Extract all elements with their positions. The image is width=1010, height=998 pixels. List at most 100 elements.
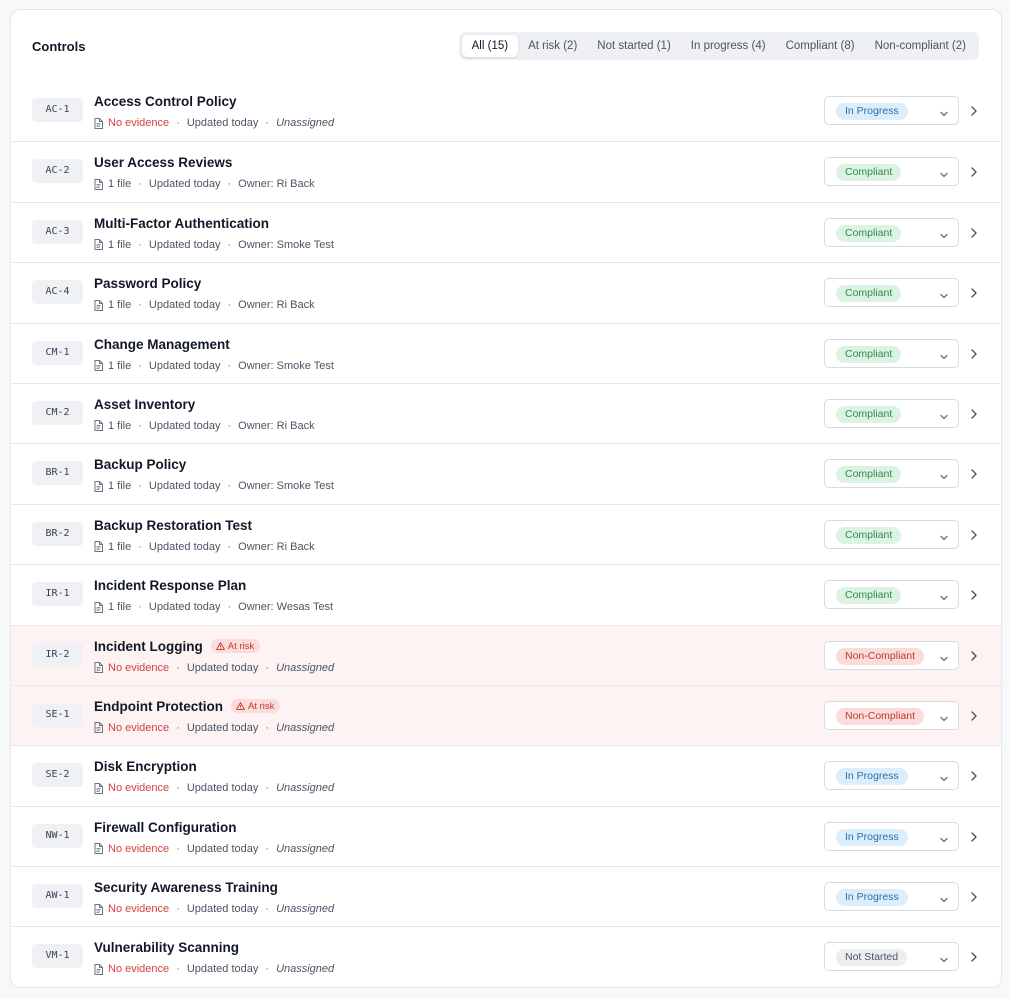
chevron-right-icon[interactable] [970,407,978,425]
separator-dot: · [227,419,232,432]
control-name-wrap: Password Policy [94,276,201,291]
updated-text: Updated today [148,480,221,493]
status-select[interactable]: In Progress [824,882,959,912]
control-meta: No evidence · Updated today · Unassigned [94,903,334,915]
control-row[interactable]: AC-4 Password Policy 1 file · Updated to… [11,262,1001,322]
control-name-wrap: Disk Encryption [94,759,197,774]
control-meta: No evidence · Updated today · Unassigned [94,843,334,855]
control-row[interactable]: SE-2 Disk Encryption No evidence · Updat… [11,745,1001,805]
separator-dot: · [138,480,142,493]
evidence-count: 1 file [108,419,132,432]
control-row[interactable]: IR-1 Incident Response Plan 1 file · Upd… [11,564,1001,624]
status-select[interactable]: Compliant [824,459,959,489]
control-row[interactable]: AC-3 Multi-Factor Authentication 1 file … [11,201,1001,262]
separator-dot: · [138,540,142,553]
status-select[interactable]: Compliant [824,278,959,308]
separator-dot: · [227,238,232,251]
control-row[interactable]: CM-1 Change Management 1 file · Updated … [11,322,1001,383]
chevron-right-icon[interactable] [970,467,978,485]
document-icon [94,239,103,251]
owner-text: Unassigned [276,117,335,129]
chevron-right-icon[interactable] [970,769,978,787]
separator-dot: · [265,782,270,795]
chevron-right-icon[interactable] [970,709,978,727]
chevron-right-icon[interactable] [970,890,978,908]
chevron-down-icon [939,106,949,124]
status-select[interactable]: Compliant [824,398,959,428]
status-select[interactable]: Non-Compliant [824,700,959,730]
status-select[interactable]: In Progress [824,821,959,851]
chevron-right-icon[interactable] [970,165,978,183]
separator-dot: · [265,721,270,734]
chevron-down-icon [939,771,949,789]
separator-dot: · [176,903,180,916]
separator-dot: · [138,238,142,251]
status-select[interactable]: Compliant [824,519,959,549]
tab-at-risk[interactable]: At risk (2) [518,35,587,57]
tab-all[interactable]: All (15) [461,35,519,57]
status-badge: Compliant [836,466,902,484]
updated-text: Updated today [186,117,259,129]
control-name-wrap: Vulnerability Scanning [94,940,239,955]
control-row[interactable]: IR-2 Incident Logging At risk No evidenc… [11,624,1001,685]
control-row[interactable]: AC-1 Access Control Policy No evidence ·… [11,81,1001,141]
control-row[interactable]: CM-2 Asset Inventory 1 file · Updated to… [11,382,1001,443]
status-select[interactable]: In Progress [824,761,959,791]
chevron-right-icon[interactable] [970,528,978,546]
status-select[interactable]: Compliant [824,157,959,187]
status-badge: In Progress [836,889,908,907]
control-code: AC-3 [32,219,83,244]
chevron-right-icon[interactable] [970,286,978,304]
page-title: Controls [32,39,86,54]
owner-text: Owner: Ri Back [238,540,315,553]
status-select[interactable]: Not Started [824,942,959,972]
control-row[interactable]: NW-1 Firewall Configuration No evidence … [11,805,1001,866]
control-row[interactable]: BR-1 Backup Policy 1 file · Updated toda… [11,443,1001,503]
document-icon [94,843,103,855]
control-row[interactable]: SE-1 Endpoint Protection At risk No evid… [11,684,1001,746]
tab-not-started[interactable]: Not started (1) [587,35,681,57]
control-name: Disk Encryption [94,759,197,775]
control-row[interactable]: AW-1 Security Awareness Training No evid… [11,866,1001,926]
status-badge: Compliant [836,587,902,605]
status-badge: Compliant [836,405,902,423]
control-name: Endpoint Protection [94,698,223,714]
control-meta: 1 file · Updated today · Owner: Wesas Te… [94,601,333,613]
control-name: Security Awareness Training [94,880,278,896]
owner-text: Unassigned [276,782,335,795]
status-select[interactable]: Compliant [824,338,959,368]
control-row[interactable]: AC-2 User Access Reviews 1 file · Update… [11,141,1001,201]
updated-text: Updated today [186,963,259,976]
control-name: Backup Policy [94,457,187,473]
chevron-right-icon[interactable] [970,588,978,606]
separator-dot: · [138,359,142,372]
status-select[interactable]: Non-Compliant [824,640,959,670]
control-meta: No evidence · Updated today · Unassigned [94,782,334,794]
status-select[interactable]: Compliant [824,217,959,247]
control-name: Asset Inventory [94,396,196,412]
control-row[interactable]: BR-2 Backup Restoration Test 1 file · Up… [11,503,1001,564]
control-name-wrap: Access Control Policy [94,94,237,109]
chevron-right-icon[interactable] [970,830,978,848]
document-icon [94,178,103,190]
at-risk-label: At risk [248,700,275,712]
evidence-count: 1 file [108,299,132,312]
chevron-right-icon[interactable] [970,649,978,667]
control-row[interactable]: VM-1 Vulnerability Scanning No evidence … [11,926,1001,986]
tab-in-progress[interactable]: In progress (4) [681,35,776,57]
document-icon [94,903,103,915]
status-select[interactable]: Compliant [824,580,959,610]
status-badge: Compliant [836,224,902,242]
separator-dot: · [227,359,232,372]
chevron-right-icon[interactable] [970,226,978,244]
control-meta: 1 file · Updated today · Owner: Ri Back [94,420,315,432]
status-select[interactable]: In Progress [824,96,959,125]
chevron-right-icon[interactable] [970,950,978,968]
tab-non-compliant[interactable]: Non-compliant (2) [865,35,976,57]
chevron-right-icon[interactable] [970,347,978,365]
chevron-right-icon[interactable] [970,104,978,122]
evidence-count: 1 file [108,601,132,614]
tab-compliant[interactable]: Compliant (8) [776,35,865,57]
control-code: AC-4 [32,280,83,305]
control-meta: 1 file · Updated today · Owner: Ri Back [94,541,315,553]
